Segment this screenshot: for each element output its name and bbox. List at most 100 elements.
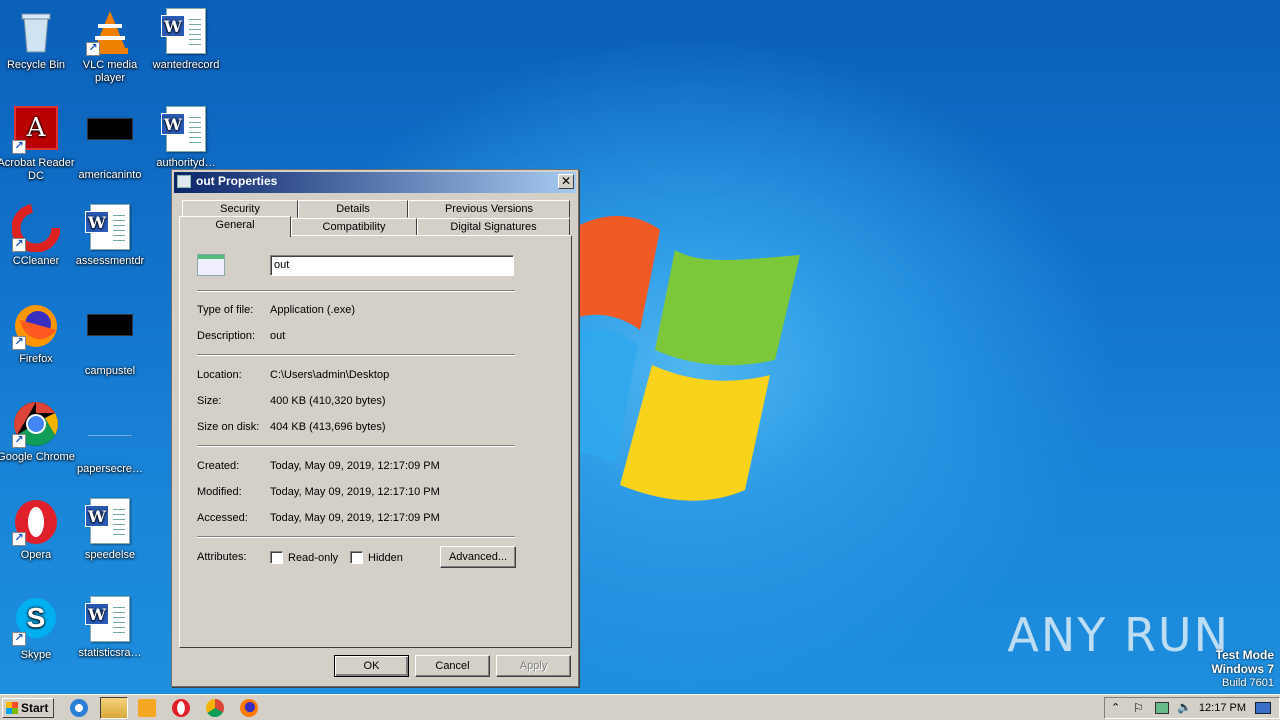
firefox-taskbar-icon[interactable]	[240, 699, 258, 717]
blank-file-icon	[86, 412, 134, 460]
desktop-icon-statisticsra[interactable]: W statisticsra…	[68, 596, 152, 660]
windows-logo-wallpaper	[570, 215, 800, 501]
desktop-icon-americaninto[interactable]: americaninto	[68, 106, 152, 182]
icon-label: Opera	[20, 549, 52, 561]
desktop-icon-authorityd[interactable]: W authorityd…	[144, 106, 228, 170]
icon-label: wantedrecord	[152, 59, 220, 71]
word-document-icon: W	[85, 596, 134, 644]
desktop-icon-opera[interactable]: ↗ Opera	[0, 498, 78, 562]
separator	[197, 536, 515, 538]
word-document-icon: W	[161, 8, 210, 56]
firefox-icon: ↗	[12, 302, 60, 350]
file-explorer-icon[interactable]	[100, 697, 128, 719]
dialog-title: out Properties	[196, 174, 278, 188]
size-value: 400 KB (410,320 bytes)	[270, 395, 386, 407]
separator	[197, 445, 515, 447]
start-button[interactable]: Start	[2, 698, 54, 718]
advanced-button[interactable]: Advanced...	[440, 546, 516, 568]
ok-button[interactable]: OK	[334, 655, 409, 677]
internet-explorer-icon[interactable]	[70, 699, 88, 717]
desktop-icon-papersecre[interactable]: papersecre…	[68, 400, 152, 476]
desktop-icon-vlc[interactable]: ↗ VLC media player	[68, 8, 152, 85]
chrome-icon: ↗	[12, 400, 60, 448]
recycle-bin-icon	[12, 8, 60, 56]
created-label: Created:	[197, 460, 240, 472]
test-mode-text: Test Mode Windows 7 Build 7601	[1211, 648, 1274, 689]
hidden-checkbox[interactable]	[350, 551, 363, 564]
tab-digital-signatures[interactable]: Digital Signatures	[417, 218, 570, 236]
cancel-button[interactable]: Cancel	[415, 655, 490, 677]
file-type-icon	[197, 254, 225, 276]
icon-label: Firefox	[19, 353, 53, 365]
desktop-icon-acrobat[interactable]: A ↗ Acrobat Reader DC	[0, 106, 78, 183]
tab-previous-versions[interactable]: Previous Versions	[408, 200, 570, 218]
chrome-taskbar-icon[interactable]	[206, 699, 224, 717]
windows-flag-icon	[6, 702, 18, 714]
icon-label: assessmentdr	[75, 255, 145, 267]
accessed-value: Today, May 09, 2019, 12:17:09 PM	[270, 512, 440, 524]
show-hidden-icons-icon[interactable]: ⌃	[1111, 701, 1120, 714]
location-label: Location:	[197, 369, 242, 381]
icon-label: statisticsra…	[78, 647, 142, 659]
filename-input[interactable]: out	[270, 255, 514, 276]
start-label: Start	[21, 701, 49, 715]
icon-label: campustel	[84, 365, 136, 377]
created-value: Today, May 09, 2019, 12:17:09 PM	[270, 460, 440, 472]
desktop-icon-firefox[interactable]: ↗ Firefox	[0, 302, 78, 366]
tab-general[interactable]: General	[179, 216, 291, 237]
desktop-icon-chrome[interactable]: ↗ Google Chrome	[0, 400, 78, 464]
desktop-icon-ccleaner[interactable]: ↗ CCleaner	[0, 203, 78, 268]
desktop-icon-speedelse[interactable]: W speedelse	[68, 498, 152, 562]
network-icon[interactable]	[1155, 702, 1169, 714]
properties-dialog: out Properties ✕ Security Details Previo…	[171, 169, 579, 687]
icon-label: americaninto	[78, 169, 142, 181]
location-value: C:\Users\admin\Desktop	[270, 369, 390, 381]
acrobat-icon: A ↗	[12, 106, 60, 154]
desktop-icon-skype[interactable]: S ↗ Skype	[0, 596, 78, 662]
dialog-titlebar[interactable]: out Properties ✕	[174, 172, 576, 193]
separator	[197, 354, 515, 356]
action-center-flag-icon[interactable]: ⚐	[1133, 701, 1144, 715]
general-tab-panel: out Type of file: Application (.exe) Des…	[179, 235, 572, 648]
ccleaner-icon: ↗	[11, 203, 61, 253]
readonly-checkbox[interactable]	[270, 551, 283, 564]
desktop-icon-campustel[interactable]: campustel	[68, 302, 152, 378]
vlc-icon: ↗	[86, 8, 134, 56]
desktop-icon-assessmentdr[interactable]: W assessmentdr	[68, 204, 152, 268]
size-on-disk-value: 404 KB (413,696 bytes)	[270, 421, 386, 433]
tab-compatibility[interactable]: Compatibility	[291, 218, 417, 236]
size-label: Size:	[197, 395, 222, 407]
opera-icon: ↗	[12, 498, 60, 546]
attributes-label: Attributes:	[197, 551, 247, 563]
word-document-icon: W	[85, 204, 134, 252]
icon-label: Acrobat Reader DC	[0, 157, 75, 182]
accessed-label: Accessed:	[197, 512, 248, 524]
icon-label: Skype	[20, 649, 52, 661]
modified-value: Today, May 09, 2019, 12:17:10 PM	[270, 486, 440, 498]
clock[interactable]: 12:17 PM	[1199, 702, 1246, 714]
taskbar: Start ⌃ ⚐ 🔈 12:17 PM	[0, 694, 1280, 720]
desktop-icon-wantedrecord[interactable]: W wantedrecord	[144, 8, 228, 72]
apply-button[interactable]: Apply	[496, 655, 571, 677]
separator	[197, 290, 515, 292]
desktop-icon-recycle-bin[interactable]: Recycle Bin	[0, 8, 78, 72]
tab-details[interactable]: Details	[298, 200, 408, 218]
system-tray: ⌃ ⚐ 🔈 12:17 PM	[1104, 697, 1280, 719]
type-label: Type of file:	[197, 304, 254, 316]
icon-label: papersecre…	[76, 463, 144, 475]
hidden-label: Hidden	[368, 552, 403, 564]
modified-label: Modified:	[197, 486, 242, 498]
icon-label: Recycle Bin	[6, 59, 66, 71]
description-label: Description:	[197, 330, 256, 342]
skype-icon: S ↗	[12, 598, 60, 646]
icon-label: CCleaner	[12, 255, 60, 267]
word-document-icon: W	[85, 498, 134, 546]
media-player-icon[interactable]	[138, 699, 156, 717]
description-value: out	[270, 330, 286, 342]
readonly-label: Read-only	[288, 552, 339, 564]
show-desktop-icon[interactable]	[1255, 702, 1271, 714]
volume-icon[interactable]: 🔈	[1177, 700, 1192, 714]
close-button[interactable]: ✕	[558, 174, 574, 189]
opera-taskbar-icon[interactable]	[172, 699, 190, 717]
app-window-icon	[177, 175, 191, 188]
